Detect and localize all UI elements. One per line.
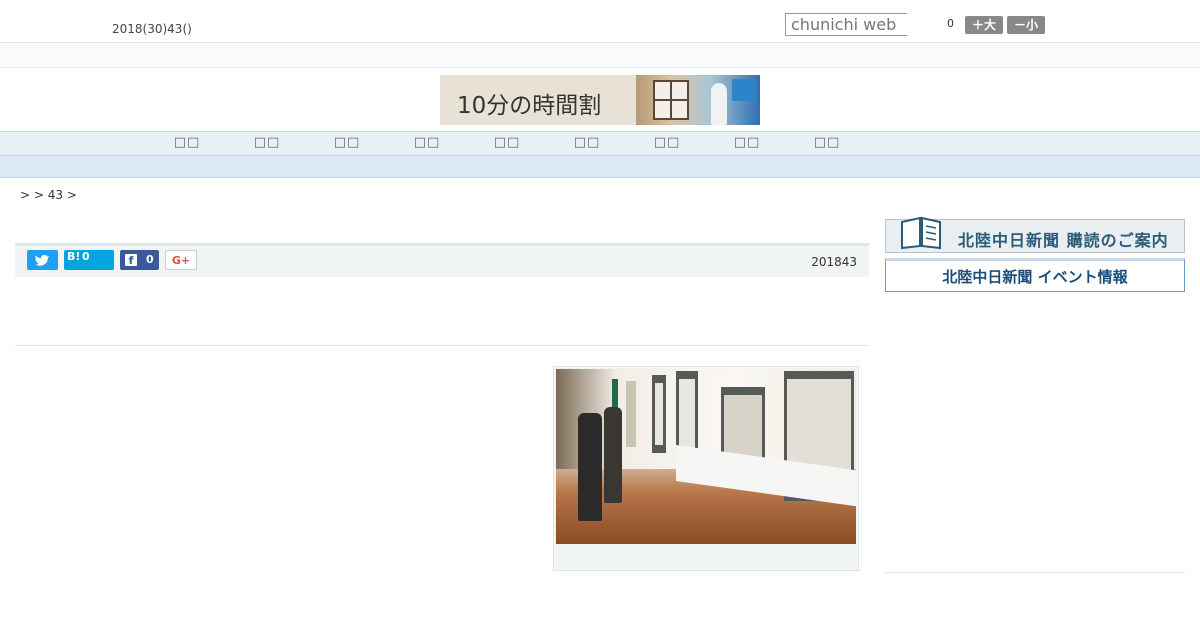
article-photo[interactable] <box>556 369 856 544</box>
event-banner[interactable]: 北陸中日新聞 イベント情報 <box>885 258 1185 292</box>
hatena-count: 0 <box>82 250 90 263</box>
breadcrumb[interactable]: > > 43 > <box>20 188 77 202</box>
sub-header-strip <box>0 43 1200 68</box>
sidebar-divider <box>885 572 1185 573</box>
search-input[interactable] <box>785 13 907 36</box>
top-bar: 2018(30)43() 0 ＋大 －小 <box>0 0 1200 43</box>
nav-item-4[interactable]: □□ <box>407 135 447 150</box>
event-banner-text: 北陸中日新聞 イベント情報 <box>942 268 1128 286</box>
nav-item-8[interactable]: □□ <box>727 135 767 150</box>
hatena-icon: B! <box>67 250 81 263</box>
subscription-banner[interactable]: 北陸中日新聞 購読のご案内 <box>885 216 1185 253</box>
font-smaller-button[interactable]: －小 <box>1007 16 1045 34</box>
twitter-icon <box>35 254 50 266</box>
facebook-count: 0 <box>146 253 154 266</box>
hatena-bookmark-button[interactable]: B! 0 <box>64 250 114 270</box>
subscription-banner-text: 北陸中日新聞 購読のご案内 <box>958 231 1169 250</box>
nav-item-5[interactable]: □□ <box>487 135 527 150</box>
font-larger-button[interactable]: ＋大 <box>965 16 1003 34</box>
publish-date: 201843 <box>811 255 857 269</box>
hanging-scroll <box>652 375 666 453</box>
googleplus-share-button[interactable]: G+ <box>165 250 197 270</box>
sub-nav <box>0 156 1200 178</box>
ad-banner-screen <box>732 79 756 101</box>
nav-item-3[interactable]: □□ <box>327 135 367 150</box>
nav-item-9[interactable]: □□ <box>807 135 847 150</box>
article-divider <box>15 345 869 346</box>
main-nav: □□ □□ □□ □□ □□ □□ □□ □□ □□ <box>0 131 1200 156</box>
newspaper-icon <box>901 216 941 250</box>
twitter-share-button[interactable] <box>27 250 58 270</box>
article-photo-box <box>553 366 859 571</box>
font-size-level: 0 <box>947 17 954 30</box>
nav-item-6[interactable]: □□ <box>567 135 607 150</box>
hanging-scroll <box>626 381 636 447</box>
facebook-share-button[interactable]: f 0 <box>120 250 159 270</box>
nav-item-1[interactable]: □□ <box>167 135 207 150</box>
ad-banner-window <box>653 80 689 120</box>
facebook-icon: f <box>125 254 137 267</box>
share-bar: B! 0 f 0 G+ 201843 <box>15 243 869 277</box>
ad-banner[interactable]: 10分の時間割 <box>440 75 760 125</box>
nav-item-7[interactable]: □□ <box>647 135 687 150</box>
visitor-figure <box>604 407 622 503</box>
nav-item-2[interactable]: □□ <box>247 135 287 150</box>
ad-banner-text: 10分の時間割 <box>457 93 602 119</box>
visitor-figure <box>578 413 602 521</box>
ad-banner-person <box>711 83 727 125</box>
current-date: 2018(30)43() <box>112 22 192 36</box>
